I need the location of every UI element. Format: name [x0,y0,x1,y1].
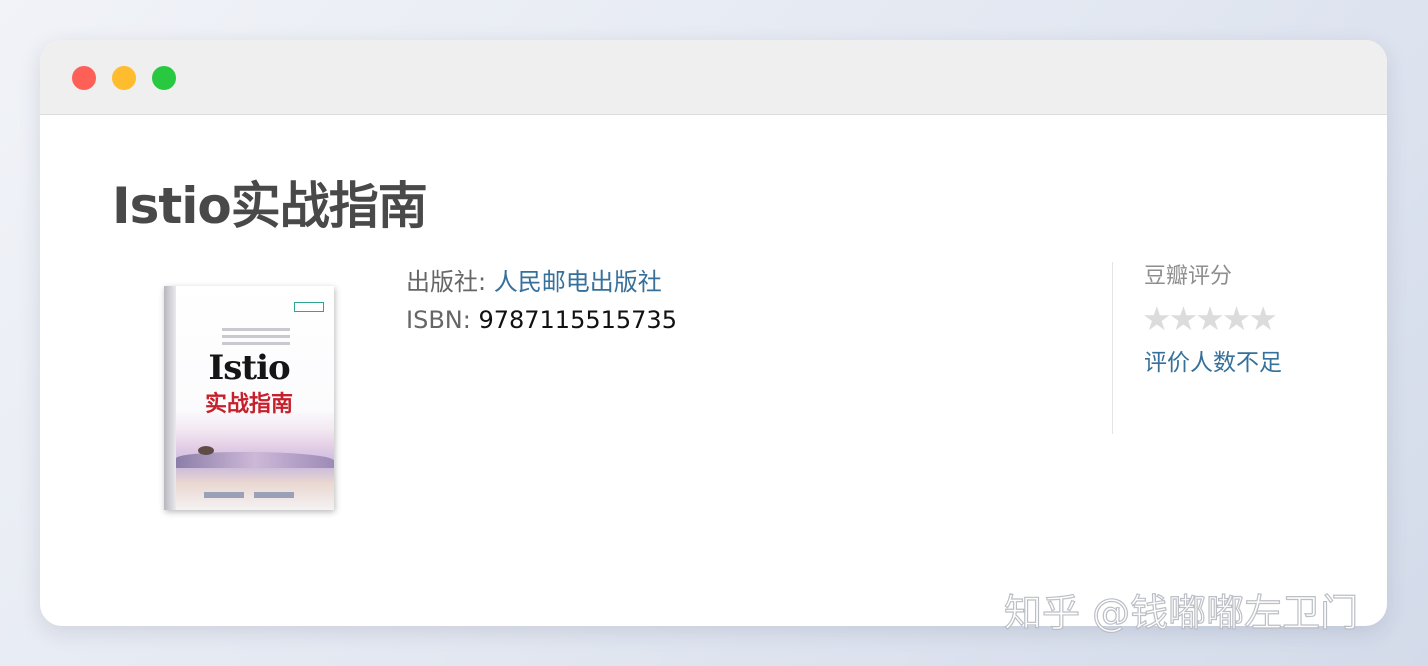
rating-divider [1112,262,1113,434]
cover-publisher-logo [294,302,324,312]
publisher-link[interactable]: 人民邮电出版社 [494,268,662,296]
publisher-label: 出版社: [406,268,494,296]
cover-title-cn: 实战指南 [204,392,293,417]
star-icon: ★ [1195,299,1225,338]
douban-rating-header: 豆瓣评分 [1144,264,1233,289]
rating-status-link[interactable]: 评价人数不足 [1144,343,1282,377]
minimize-window-button[interactable] [112,66,136,90]
isbn-label: ISBN: [406,306,479,334]
book-title: Istio实战指南 [112,177,428,235]
window-titlebar [40,40,1387,115]
publisher-row: 出版社: 人民邮电出版社 [406,262,662,297]
star-icon: ★ [1221,299,1252,338]
isbn-value: 9787115515735 [478,306,677,334]
zhihu-watermark: 知乎 @钱嘟嘟左卫门 [1003,590,1359,635]
cover-landscape [176,452,334,468]
maximize-window-button[interactable] [152,66,176,90]
cover-publisher-marks [204,483,304,502]
browser-window: Istio实战指南 Istio 实战指南 出版社: 人民邮电出版社 ISBN: … [40,40,1387,626]
cover-tree-icon [198,446,214,455]
cover-tagline-lines [222,328,290,349]
book-cover-image[interactable]: Istio 实战指南 [164,286,334,510]
star-icon: ★ [1142,299,1172,338]
star-icon: ★ [1248,299,1278,338]
star-icon: ★ [1168,299,1199,338]
close-window-button[interactable] [72,66,96,90]
cover-title-en: Istio [208,348,290,388]
isbn-row: ISBN: 9787115515735 [406,306,677,334]
rating-stars: ★★★★★ [1142,299,1278,338]
